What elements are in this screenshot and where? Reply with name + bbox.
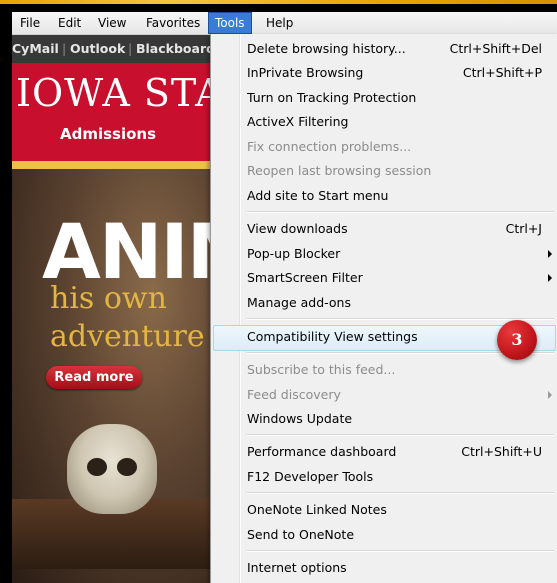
menu-view-label: View	[98, 16, 127, 30]
menu-separator	[247, 211, 554, 213]
menu-item-label: Reopen last browsing session	[247, 163, 432, 178]
shortcut-text: Ctrl+Shift+P	[462, 65, 542, 80]
menu-view[interactable]: View	[92, 12, 132, 34]
menu-item-onenote-linked-notes[interactable]: OneNote Linked Notes	[211, 498, 557, 522]
menu-item-label: InPrivate Browsing	[247, 65, 364, 80]
menu-item-add-to-start[interactable]: Add site to Start menu	[211, 184, 557, 208]
menu-item-label: Feed discovery	[247, 387, 341, 402]
menu-item-label: Delete browsing history...	[247, 41, 406, 56]
menu-item-label: Manage add-ons	[247, 295, 351, 310]
menu-separator	[247, 492, 554, 494]
menu-separator	[247, 434, 554, 436]
step-number-badge: 3	[497, 320, 537, 360]
menu-item-label: ActiveX Filtering	[247, 114, 349, 129]
menu-favorites-label: Favorites	[146, 16, 201, 30]
menu-item-activex-filtering[interactable]: ActiveX Filtering	[211, 110, 557, 134]
menu-item-label: Subscribe to this feed...	[247, 362, 396, 377]
menu-item-internet-options[interactable]: Internet options	[211, 556, 557, 580]
menu-item-fix-connection: Fix connection problems...	[211, 135, 557, 159]
menu-item-label: Send to OneNote	[247, 527, 355, 542]
menu-separator	[247, 550, 554, 552]
submenu-arrow-icon	[548, 274, 552, 282]
menu-item-label: OneNote Linked Notes	[247, 502, 387, 517]
site-banner: IOWA STATE Admissions	[12, 63, 212, 161]
menu-file-label: File	[20, 16, 41, 30]
menu-item-label: Windows Update	[247, 411, 353, 426]
gold-divider	[12, 161, 212, 169]
menu-item-manage-addons[interactable]: Manage add-ons	[211, 291, 557, 315]
menu-item-delete-history[interactable]: Delete browsing history... Ctrl+Shift+De…	[211, 37, 557, 61]
menu-favorites[interactable]: Favorites	[140, 12, 206, 34]
admissions-link[interactable]: Admissions	[60, 125, 156, 143]
link-divider: |	[128, 41, 133, 56]
outlook-link[interactable]: Outlook	[70, 35, 125, 63]
menu-tools[interactable]: Tools	[208, 12, 252, 34]
shortcut-text: Ctrl+Shift+Del	[449, 41, 542, 56]
cymail-link[interactable]: CyMail	[12, 35, 59, 63]
hero-subline-1: his own	[50, 281, 167, 316]
web-page: CyMail | Outlook | Blackboard IOWA STATE…	[12, 35, 212, 583]
menu-item-label: F12 Developer Tools	[247, 469, 374, 484]
menu-item-label: Fix connection problems...	[247, 139, 412, 154]
menu-item-label: Performance dashboard	[247, 444, 397, 459]
shortcut-text: Ctrl+Shift+U	[461, 444, 542, 459]
menu-item-label: Add site to Start menu	[247, 188, 389, 203]
menu-item-inprivate[interactable]: InPrivate Browsing Ctrl+Shift+P	[211, 61, 557, 85]
menu-item-label: Pop-up Blocker	[247, 246, 341, 261]
submenu-arrow-icon	[548, 250, 552, 258]
menu-edit-label: Edit	[58, 16, 82, 30]
menu-file[interactable]: File	[14, 12, 46, 34]
menu-item-send-to-onenote[interactable]: Send to OneNote	[211, 523, 557, 547]
menu-help-label: Help	[266, 16, 294, 30]
menu-item-label: View downloads	[247, 221, 348, 236]
menu-item-label: Compatibility View settings	[247, 329, 418, 344]
link-divider: |	[62, 41, 67, 56]
site-logo-title[interactable]: IOWA STATE	[16, 71, 212, 115]
quick-links-bar: CyMail | Outlook | Blackboard	[12, 35, 212, 63]
menu-item-label: SmartScreen Filter	[247, 270, 363, 285]
read-more-button[interactable]: Read more	[46, 366, 142, 389]
menu-help[interactable]: Help	[260, 12, 299, 34]
hero-image: ANIM his own adventure Read more	[12, 169, 212, 583]
menu-item-feed-discovery: Feed discovery	[211, 383, 557, 407]
skull-image	[67, 424, 157, 514]
menu-item-subscribe-feed: Subscribe to this feed...	[211, 358, 557, 382]
hero-subline-2: adventure	[50, 319, 205, 354]
menu-edit[interactable]: Edit	[52, 12, 87, 34]
menu-item-f12-tools[interactable]: F12 Developer Tools	[211, 465, 557, 489]
menu-item-label: Internet options	[247, 560, 347, 575]
menu-item-smartscreen[interactable]: SmartScreen Filter	[211, 266, 557, 290]
blackboard-link[interactable]: Blackboard	[136, 35, 212, 63]
menu-separator	[247, 318, 554, 320]
menu-item-tracking-protection[interactable]: Turn on Tracking Protection	[211, 86, 557, 110]
submenu-arrow-icon	[548, 391, 552, 399]
menu-tools-label: Tools	[215, 16, 245, 30]
menu-item-windows-update[interactable]: Windows Update	[211, 407, 557, 431]
menu-item-view-downloads[interactable]: View downloads Ctrl+J	[211, 217, 557, 241]
shortcut-text: Ctrl+J	[505, 221, 542, 236]
menu-item-popup-blocker[interactable]: Pop-up Blocker	[211, 242, 557, 266]
menu-bar: File Edit View Favorites Tools Help	[12, 12, 557, 35]
tools-dropdown-menu: Delete browsing history... Ctrl+Shift+De…	[210, 34, 557, 583]
menu-item-performance-dashboard[interactable]: Performance dashboard Ctrl+Shift+U	[211, 440, 557, 464]
menu-item-reopen-session: Reopen last browsing session	[211, 159, 557, 183]
menu-item-label: Turn on Tracking Protection	[247, 90, 417, 105]
browser-window: File Edit View Favorites Tools Help CyMa…	[0, 0, 557, 583]
